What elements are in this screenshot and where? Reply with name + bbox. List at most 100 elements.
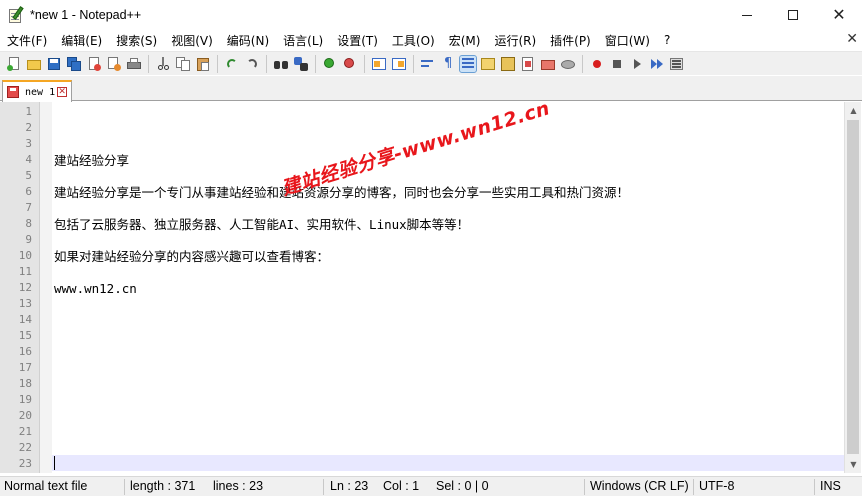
line-number: 23 <box>18 457 32 470</box>
status-divider <box>124 479 125 495</box>
status-sel: Sel : 0 | 0 <box>436 479 489 493</box>
monitoring-icon[interactable] <box>540 56 556 72</box>
record-macro-icon[interactable] <box>560 56 576 72</box>
menu-bar: 文件(F) 编辑(E) 搜索(S) 视图(V) 编码(N) 语言(L) 设置(T… <box>0 30 862 50</box>
close-icon[interactable] <box>86 56 102 72</box>
tab-close-icon[interactable]: ✕ <box>57 87 68 97</box>
undo-icon[interactable] <box>224 56 240 72</box>
window-title: *new 1 - Notepad++ <box>30 8 142 22</box>
menu-help[interactable]: ? <box>657 33 677 47</box>
status-divider <box>323 479 324 495</box>
close-all-icon[interactable] <box>106 56 122 72</box>
editor[interactable]: 1 2 3 4 5 6 7 8 9 10 11 12 13 14 15 16 17 18 19 20 21 22 23 建站… <box>0 102 862 473</box>
line-number: 20 <box>18 409 32 422</box>
menu-view[interactable]: 视图(V) <box>164 32 220 49</box>
title-bar: *new 1 - Notepad++ ✕ <box>0 0 862 30</box>
redo-icon[interactable] <box>244 56 260 72</box>
status-file-type: Normal text file <box>4 479 88 493</box>
scroll-down-icon[interactable]: ▼ <box>845 456 862 473</box>
menu-file[interactable]: 文件(F) <box>0 32 54 49</box>
save-icon[interactable] <box>46 56 62 72</box>
run-macro-multiple-icon[interactable] <box>649 56 665 72</box>
menu-plugins[interactable]: 插件(P) <box>543 32 598 49</box>
status-insert-mode: INS <box>820 479 841 493</box>
line-number: 21 <box>18 425 32 438</box>
menu-tools[interactable]: 工具(O) <box>385 32 442 49</box>
save-all-icon[interactable] <box>66 56 82 72</box>
notepad-plus-plus-icon <box>7 6 25 24</box>
line-number: 4 <box>25 153 32 166</box>
zoom-out-icon[interactable] <box>342 56 358 72</box>
line-number: 11 <box>18 265 32 278</box>
toolbar-separator <box>413 54 414 73</box>
editor-line: www.wn12.cn <box>54 281 137 296</box>
toolbar: ¶ <box>0 51 862 75</box>
play-macro-icon[interactable] <box>629 56 645 72</box>
status-lines: lines : 23 <box>213 479 264 493</box>
print-icon[interactable] <box>126 56 142 72</box>
editor-line: 建站经验分享 <box>54 153 130 168</box>
tab-new-1[interactable]: new 1 ✕ <box>2 80 72 102</box>
line-number: 14 <box>18 313 32 326</box>
toolbar-separator <box>582 54 583 73</box>
tab-label: new 1 <box>25 86 56 98</box>
toolbar-separator <box>217 54 218 73</box>
toolbar-separator <box>315 54 316 73</box>
line-number: 19 <box>18 393 32 406</box>
replace-icon[interactable] <box>293 56 309 72</box>
doc-map-icon[interactable] <box>480 56 496 72</box>
line-number: 5 <box>25 169 32 182</box>
indent-guide-icon[interactable] <box>459 54 477 73</box>
save-macro-icon[interactable] <box>669 56 685 72</box>
close-button[interactable]: ✕ <box>816 0 862 30</box>
menu-macro[interactable]: 宏(M) <box>442 32 488 49</box>
status-eol: Windows (CR LF) <box>590 479 689 493</box>
line-number: 8 <box>25 217 32 230</box>
line-number: 1 <box>25 105 32 118</box>
word-wrap-icon[interactable] <box>420 56 436 72</box>
editor-line: 包括了云服务器、独立服务器、人工智能AI、实用软件、Linux脚本等等！ <box>54 217 470 232</box>
menu-edit[interactable]: 编辑(E) <box>54 32 109 49</box>
scroll-thumb[interactable] <box>847 120 859 454</box>
zoom-in-icon[interactable] <box>322 56 338 72</box>
menu-settings[interactable]: 设置(T) <box>330 32 385 49</box>
paste-icon[interactable] <box>195 56 211 72</box>
cut-icon[interactable] <box>155 56 171 72</box>
maximize-button[interactable] <box>770 0 816 30</box>
vertical-scrollbar[interactable]: ▲ ▼ <box>844 102 861 473</box>
menu-encoding[interactable]: 编码(N) <box>220 32 276 49</box>
find-icon[interactable] <box>273 56 289 72</box>
copy-icon[interactable] <box>175 56 191 72</box>
line-number: 15 <box>18 329 32 342</box>
status-encoding: UTF-8 <box>699 479 735 493</box>
open-file-icon[interactable] <box>26 56 42 72</box>
new-file-icon[interactable] <box>6 56 22 72</box>
status-divider <box>693 479 694 495</box>
line-number: 13 <box>18 297 32 310</box>
line-number: 17 <box>18 361 32 374</box>
show-all-chars-icon[interactable]: ¶ <box>440 56 456 72</box>
start-record-icon[interactable] <box>589 56 605 72</box>
close-document-icon[interactable]: ✕ <box>846 31 858 47</box>
sync-horizontal-icon[interactable] <box>391 56 407 72</box>
status-col: Col : 1 <box>383 479 420 493</box>
minimize-button[interactable] <box>724 0 770 30</box>
menu-language[interactable]: 语言(L) <box>276 32 330 49</box>
menu-window[interactable]: 窗口(W) <box>598 32 657 49</box>
sync-vertical-icon[interactable] <box>371 56 387 72</box>
text-area[interactable]: 建站经验分享 建站经验分享是一个专门从事建站经验和建站资源分享的博客，同时也会分享… <box>54 102 844 473</box>
fold-margin[interactable] <box>40 102 52 473</box>
line-number: 10 <box>18 249 32 262</box>
function-list-icon[interactable] <box>500 56 516 72</box>
line-number: 2 <box>25 121 32 134</box>
scroll-up-icon[interactable]: ▲ <box>845 102 862 119</box>
status-divider <box>584 479 585 495</box>
status-bar: Normal text file length : 371 lines : 23… <box>0 476 862 496</box>
text-caret <box>54 456 55 470</box>
editor-line: 如果对建站经验分享的内容感兴趣可以查看博客： <box>54 249 330 264</box>
folder-workspace-icon[interactable] <box>520 56 536 72</box>
menu-run[interactable]: 运行(R) <box>487 32 543 49</box>
stop-record-icon[interactable] <box>609 56 625 72</box>
minimize-icon <box>742 14 752 16</box>
menu-search[interactable]: 搜索(S) <box>109 32 164 49</box>
